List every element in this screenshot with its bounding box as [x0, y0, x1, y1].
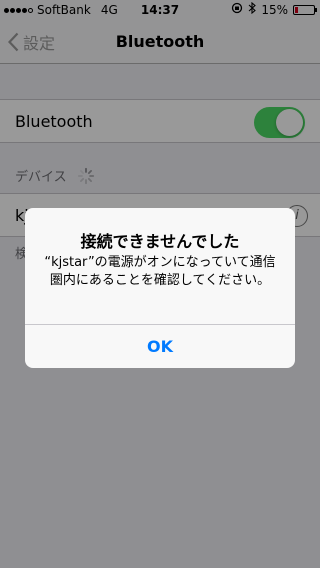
alert-dialog: 接続できませんでした “kjstar”の電源がオンになっていて通信圏内にあること…: [25, 208, 295, 368]
alert-message: “kjstar”の電源がオンになっていて通信圏内にあることを確認してください。: [44, 255, 276, 288]
alert-title: 接続できませんでした: [80, 232, 240, 251]
ok-button[interactable]: OK: [25, 325, 295, 368]
